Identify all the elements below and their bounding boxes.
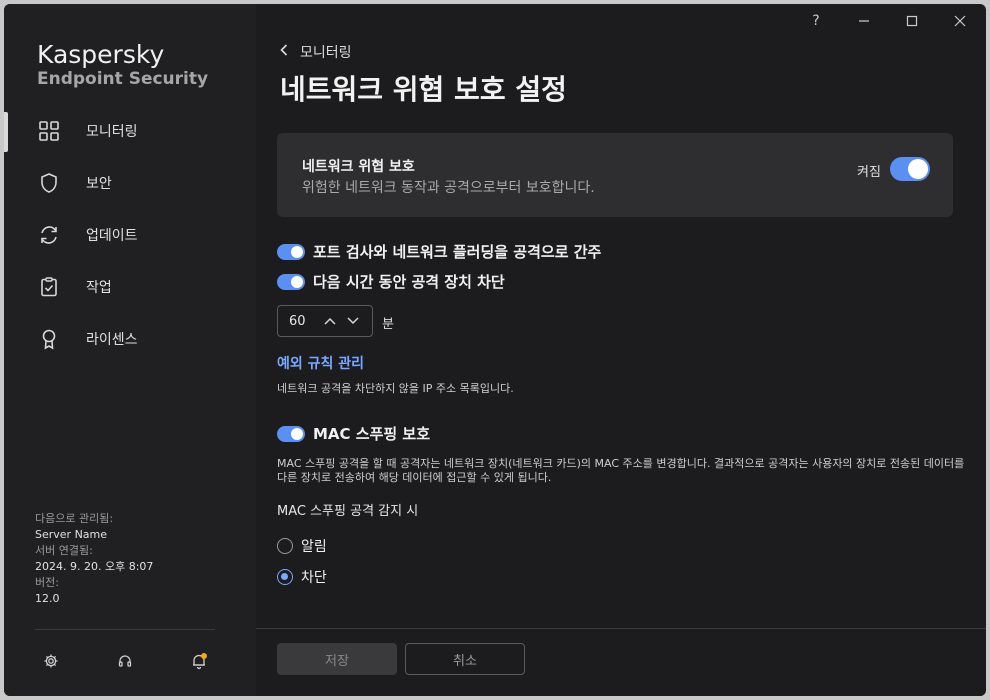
chevron-down-icon xyxy=(347,317,359,325)
managed-by-label: 다음으로 관리됨: xyxy=(35,512,114,525)
save-button[interactable]: 저장 xyxy=(277,643,397,675)
chevron-left-icon xyxy=(280,44,288,60)
mac-detect-heading: MAC 스푸핑 공격 감지 시 xyxy=(277,504,419,519)
main-content: 모니터링 네트워크 위협 보호 설정 네트워크 위협 보호 위험한 네트워크 동… xyxy=(256,4,986,696)
sidebar-item-monitoring[interactable]: 모니터링 xyxy=(4,104,256,156)
license-icon xyxy=(42,329,56,350)
headset-icon xyxy=(118,655,132,667)
page-title: 네트워크 위협 보호 설정 xyxy=(280,73,567,106)
cancel-button[interactable]: 취소 xyxy=(405,643,525,675)
clipboard-icon xyxy=(41,277,57,297)
radio-notify[interactable]: 알림 xyxy=(277,536,327,556)
block-device-toggle[interactable] xyxy=(277,273,305,290)
sidebar-item-update[interactable]: 업데이트 xyxy=(4,208,256,260)
radio-block-label: 차단 xyxy=(301,570,327,586)
footer-bar: 저장 취소 xyxy=(256,628,986,696)
back-link[interactable]: 모니터링 xyxy=(280,42,352,62)
port-scan-option: 포트 검사와 네트워크 플러딩을 공격으로 간주 xyxy=(277,241,601,262)
stepper-up-button[interactable] xyxy=(321,311,339,331)
chevron-up-icon xyxy=(324,317,336,325)
block-duration-unit: 분 xyxy=(382,317,394,332)
block-duration-value: 60 xyxy=(289,314,306,329)
stepper-down-button[interactable] xyxy=(344,311,362,331)
radio-notify-indicator xyxy=(277,538,293,554)
block-device-label: 다음 시간 동안 공격 장치 차단 xyxy=(313,273,505,291)
protection-card: 네트워크 위협 보호 위험한 네트워크 동작과 공격으로부터 보호합니다. 켜짐 xyxy=(277,133,953,217)
gear-icon xyxy=(44,654,58,668)
settings-button[interactable] xyxy=(39,649,63,673)
version-label: 버전: xyxy=(35,576,59,589)
sidebar-item-license[interactable]: 라이센스 xyxy=(4,312,256,364)
server-connected-value: 2024. 9. 20. 오후 8:07 xyxy=(35,560,154,573)
mac-spoofing-option: MAC 스푸핑 보호 xyxy=(277,423,430,444)
sidebar: Kaspersky Endpoint Security 모니터링 보안 업데이트… xyxy=(4,4,256,696)
sidebar-nav: 모니터링 보안 업데이트 작업 라이센스 xyxy=(4,104,256,364)
radio-notify-label: 알림 xyxy=(301,539,327,555)
exclusions-note: 네트워크 공격을 차단하지 않을 IP 주소 목록입니다. xyxy=(277,382,514,395)
radio-block[interactable]: 차단 xyxy=(277,567,327,587)
bell-icon xyxy=(193,653,207,670)
app-window: ? Kaspersky Endpoint Security 모니터링 보안 업데… xyxy=(4,4,986,696)
protection-state-label: 켜짐 xyxy=(857,165,881,180)
radio-block-indicator xyxy=(277,569,293,585)
sidebar-item-label: 모니터링 xyxy=(86,124,138,140)
notifications-button[interactable] xyxy=(187,649,211,673)
back-link-label: 모니터링 xyxy=(300,45,352,61)
protection-toggle[interactable] xyxy=(890,157,930,181)
brand-product: Endpoint Security xyxy=(37,69,209,89)
version-value: 12.0 xyxy=(35,592,60,605)
shield-icon xyxy=(41,173,57,193)
refresh-icon xyxy=(41,226,57,244)
managed-by-value: Server Name xyxy=(35,528,108,541)
protection-card-description: 위험한 네트워크 동작과 공격으로부터 보호합니다. xyxy=(302,180,595,196)
port-scan-toggle[interactable] xyxy=(277,243,305,260)
sidebar-bottom-toolbar xyxy=(4,649,256,673)
sidebar-item-security[interactable]: 보안 xyxy=(4,156,256,208)
sidebar-item-tasks[interactable]: 작업 xyxy=(4,260,256,312)
sidebar-item-label: 보안 xyxy=(86,176,112,192)
sidebar-divider xyxy=(35,629,215,630)
dashboard-icon xyxy=(39,121,59,141)
server-connected-label: 서버 연결됨: xyxy=(35,544,93,557)
mac-spoofing-description: MAC 스푸핑 공격을 할 때 공격자는 네트워크 장치(네트워크 카드)의 M… xyxy=(277,457,965,484)
port-scan-label: 포트 검사와 네트워크 플러딩을 공격으로 간주 xyxy=(313,243,602,261)
sidebar-item-label: 작업 xyxy=(86,280,112,296)
mac-spoofing-label: MAC 스푸핑 보호 xyxy=(313,425,430,443)
connection-info: 다음으로 관리됨: Server Name 서버 연결됨: 2024. 9. 2… xyxy=(35,511,153,607)
mac-spoofing-toggle[interactable] xyxy=(277,425,305,442)
manage-exclusions-link[interactable]: 예외 규칙 관리 xyxy=(277,353,364,373)
block-device-option: 다음 시간 동안 공격 장치 차단 xyxy=(277,271,505,292)
protection-card-title: 네트워크 위협 보호 xyxy=(302,159,415,175)
block-duration-stepper[interactable]: 60 xyxy=(277,305,373,337)
brand-name: Kaspersky xyxy=(37,40,165,69)
sidebar-item-label: 업데이트 xyxy=(86,228,138,244)
support-button[interactable] xyxy=(113,649,137,673)
sidebar-item-label: 라이센스 xyxy=(86,332,138,348)
